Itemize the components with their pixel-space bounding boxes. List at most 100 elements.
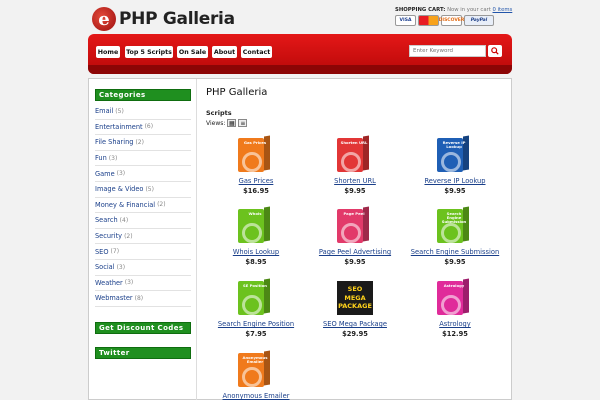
nav-bottom-band [88,65,512,74]
category-count: (3) [124,279,134,287]
twitter-heading: Twitter [95,347,191,359]
shopping-cart-status: SHOPPING CART: Now in your cart 0 items [395,7,512,13]
nav-contact-button[interactable]: Contact [241,46,272,58]
box-label: SE Position [242,283,268,288]
category-item-social[interactable]: Social (3) [95,260,191,276]
category-label: SEO [95,247,109,256]
category-count: (5) [115,107,124,115]
site-name: PHP Galleria [119,9,235,29]
nav-home-button[interactable]: Home [96,46,120,58]
category-count: (4) [119,216,129,224]
product-box-image[interactable]: Page Peel [337,203,373,243]
cart-items-link[interactable]: 0 items [493,7,513,13]
product-name-link[interactable]: Astrology [405,320,505,328]
product-name-link[interactable]: Search Engine Position [206,320,306,328]
product-card[interactable]: Gas Prices Gas Prices $16.95 [206,132,306,195]
product-box-image[interactable]: Reverse IP Lookup [437,132,473,172]
main-container: Categories Email (5) Entertainment (6) Fil… [88,78,512,400]
category-count: (3) [116,263,126,271]
product-card[interactable]: Reverse IP Lookup Reverse IP Lookup $9.9… [405,132,505,195]
categories-heading: Categories [95,89,191,101]
mastercard-icon [418,15,439,26]
magnifier-icon [491,47,499,55]
product-card[interactable]: Page Peel Page Peel Advertising $9.95 [305,203,405,266]
category-item-fun[interactable]: Fun (3) [95,151,191,167]
product-name-link[interactable]: Shorten URL [305,177,405,185]
site-logo[interactable]: e PHP Galleria [92,6,235,32]
product-name-link[interactable]: Gas Prices [206,177,306,185]
product-card[interactable]: Anonymous Emailer Anonymous Emailer [206,347,306,400]
section-label: Scripts [206,109,232,117]
search-button[interactable] [488,45,502,57]
product-price: $9.95 [344,187,366,195]
category-label: Entertainment [95,122,143,131]
box-label: Astrology [443,283,465,288]
product-card[interactable]: Shorten URL Shorten URL $9.95 [305,132,405,195]
box-label: Anonymous Emailer [242,355,268,365]
product-card[interactable]: Whois Whois Lookup $8.95 [206,203,306,266]
product-box-image[interactable]: SEO MEGA PACKAGE [337,281,373,315]
category-item-game[interactable]: Game (3) [95,166,191,182]
category-count: (2) [135,138,144,146]
cart-label: SHOPPING CART: [395,7,446,13]
product-name-link[interactable]: SEO Mega Package [305,320,405,328]
category-item-search[interactable]: Search (4) [95,213,191,229]
product-box-image[interactable]: Gas Prices [238,132,274,172]
page-title: PHP Galleria [206,87,268,98]
category-count: (6) [144,123,154,131]
product-box-image[interactable]: Whois [238,203,274,243]
product-box-image[interactable]: Search Engine Submission [437,203,473,243]
product-price: $8.95 [245,258,267,266]
category-item-security[interactable]: Security (2) [95,229,191,245]
product-name-link[interactable]: Anonymous Emailer [206,392,306,400]
product-card[interactable]: SE Position Search Engine Position $7.95 [206,275,306,338]
cart-status-text: Now in your cart [447,7,491,13]
category-item-file-sharing[interactable]: File Sharing (2) [95,135,191,151]
payment-cards: VISA DISCOVER PayPal [395,15,494,26]
product-price: $16.95 [243,187,269,195]
product-name-link[interactable]: Whois Lookup [206,248,306,256]
category-item-seo[interactable]: SEO (7) [95,244,191,260]
product-card[interactable]: SEO MEGA PACKAGE SEO Mega Package $29.95 [305,275,405,338]
box-label: SEO MEGA PACKAGE [338,285,372,311]
product-price: $9.95 [444,187,466,195]
product-price: $9.95 [444,258,466,266]
discount-codes-heading[interactable]: Get Discount Codes [95,322,191,334]
category-item-weather[interactable]: Weather (3) [95,276,191,292]
category-label: Fun [95,154,107,163]
category-label: Security [95,232,123,241]
product-box-image[interactable]: Shorten URL [337,132,373,172]
product-card[interactable]: Astrology Astrology $12.95 [405,275,505,338]
category-label: Weather [95,278,123,287]
nav-onsale-button[interactable]: On Sale [177,46,208,58]
paypal-icon: PayPal [464,15,494,26]
product-box-image[interactable]: SE Position [238,275,274,315]
product-price: $7.95 [245,330,267,338]
product-name-link[interactable]: Search Engine Submission [405,248,505,256]
product-card[interactable]: Search Engine Submission Search Engine S… [405,203,505,266]
list-view-icon[interactable]: ≡ [238,119,248,127]
category-item-entertainment[interactable]: Entertainment (6) [95,120,191,136]
product-box-image[interactable]: Anonymous Emailer [238,347,274,387]
logo-icon: e [92,7,116,31]
nav-about-button[interactable]: About [212,46,237,58]
nav-top5-button[interactable]: Top 5 Scripts [125,46,173,58]
category-item-image-video[interactable]: Image & Video (5) [95,182,191,198]
category-count: (8) [134,294,144,302]
sidebar-divider [196,79,197,400]
category-count: (3) [116,170,126,178]
product-price: $12.95 [442,330,468,338]
grid-view-icon[interactable]: ▦ [227,119,237,127]
category-label: Money & Financial [95,200,156,209]
product-name-link[interactable]: Page Peel Advertising [305,248,405,256]
category-item-money-financial[interactable]: Money & Financial (2) [95,198,191,214]
category-label: Game [95,169,115,178]
box-label: Gas Prices [243,140,267,145]
search-input[interactable] [409,45,486,57]
category-item-webmaster[interactable]: Webmaster (8) [95,291,191,307]
category-item-email[interactable]: Email (5) [95,104,191,120]
product-name-link[interactable]: Reverse IP Lookup [405,177,505,185]
product-price: $29.95 [342,330,368,338]
product-box-image[interactable]: Astrology [437,275,473,315]
category-label: Webmaster [95,294,133,303]
